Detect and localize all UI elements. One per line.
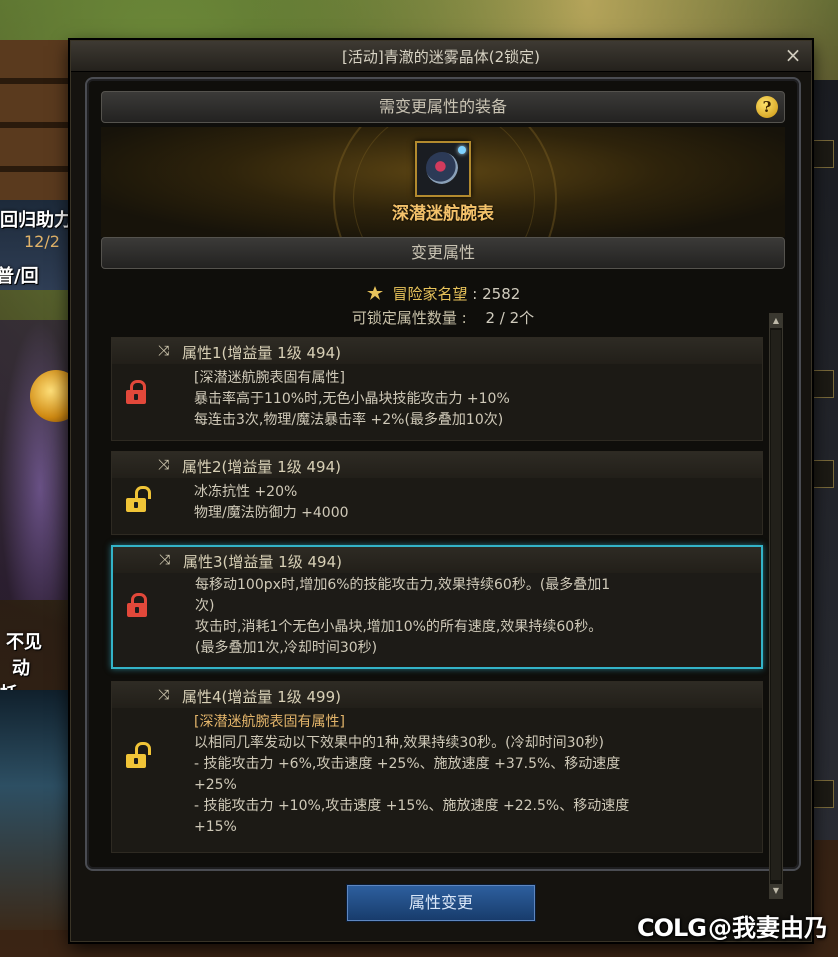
attribute-line: 攻击时,消耗1个无色小晶块,增加10%的所有速度,效果持续60秒。 bbox=[195, 619, 603, 635]
reputation-label: 冒险家名望 bbox=[392, 285, 468, 303]
close-icon[interactable]: × bbox=[783, 45, 803, 65]
gem-indicator-icon bbox=[458, 146, 466, 154]
equipment-display: 深潜迷航腕表 bbox=[101, 127, 785, 237]
attribute-card-title: 属性4(增益量 1级 499) bbox=[182, 688, 341, 706]
portal-glow bbox=[0, 320, 80, 600]
attribute-card-title: 属性3(增益量 1级 494) bbox=[183, 553, 342, 571]
window-title: [活动]青澈的迷雾晶体(2锁定) bbox=[342, 48, 540, 66]
watermark-text: @我妻由乃 bbox=[708, 914, 828, 942]
event-banner-date: 12/2 bbox=[24, 232, 60, 251]
attribute-card-body: [深潜迷航腕表固有属性] 暴击率高于110%时,无色小晶块技能攻击力 +10% … bbox=[194, 368, 752, 431]
attribute-line: - 技能攻击力 +6%,攻击速度 +25%、施放速度 +37.5%、移动速度 bbox=[194, 756, 621, 772]
reputation-line: 冒险家名望 : 2582 bbox=[101, 283, 785, 304]
character-sprite bbox=[0, 690, 80, 930]
attribute-list: ⤨ 属性1(增益量 1级 494) [深潜迷航腕表固有属性] 暴击率高于110%… bbox=[101, 337, 771, 859]
attribute-line: 暴击率高于110%时,无色小晶块技能攻击力 +10% bbox=[194, 391, 510, 407]
attribute-card-body: 冰冻抗性 +20% 物理/魔法防御力 +4000 bbox=[194, 482, 752, 524]
event-banner-text: 回归助力 bbox=[0, 210, 72, 231]
attribute-card-header: ⤨ 属性2(增益量 1级 494) bbox=[112, 452, 762, 478]
content-frame: 需变更属性的装备 ? 深潜迷航腕表 变更属性 冒险家名望 : 2582 可锁定属… bbox=[85, 77, 801, 899]
attribute-card-3[interactable]: ⤨ 属性3(增益量 1级 494) 每移动100px时,增加6%的技能攻击力,效… bbox=[111, 545, 763, 669]
attribute-change-window: [活动]青澈的迷雾晶体(2锁定) × 需变更属性的装备 ? 深潜迷航腕表 变更属… bbox=[70, 40, 812, 942]
background-text: 不见 bbox=[6, 632, 42, 653]
shuffle-icon: ⤨ bbox=[158, 343, 170, 359]
change-section-header: 变更属性 bbox=[101, 237, 785, 269]
attribute-line: [深潜迷航腕表固有属性] bbox=[194, 714, 345, 730]
lockable-count-line: 可锁定属性数量 : 2 / 2个 bbox=[101, 307, 785, 328]
attribute-line: 每移动100px时,增加6%的技能攻击力,效果持续60秒。(最多叠加1 bbox=[195, 577, 611, 593]
attribute-line: 次) bbox=[195, 598, 215, 614]
shuffle-icon: ⤨ bbox=[158, 457, 170, 473]
reputation-icon bbox=[366, 286, 383, 300]
attribute-card-body: 每移动100px时,增加6%的技能攻击力,效果持续60秒。(最多叠加1 次) 攻… bbox=[195, 575, 751, 659]
attribute-line: 物理/魔法防御力 +4000 bbox=[194, 505, 349, 521]
unlock-icon[interactable] bbox=[126, 486, 151, 512]
attribute-line: 以相同几率发动以下效果中的1种,效果持续30秒。(冷却时间30秒) bbox=[194, 735, 604, 751]
shuffle-icon: ⤨ bbox=[158, 687, 170, 703]
change-attribute-button[interactable]: 属性变更 bbox=[347, 885, 535, 921]
attribute-line: +25% bbox=[194, 777, 237, 793]
attribute-line: - 技能攻击力 +10%,攻击速度 +15%、施放速度 +22.5%、移动速度 bbox=[194, 798, 630, 814]
equipment-name: 深潜迷航腕表 bbox=[392, 204, 494, 224]
scroll-down-icon[interactable]: ▼ bbox=[770, 884, 782, 898]
lock-icon[interactable] bbox=[127, 593, 147, 617]
window-titlebar[interactable]: [活动]青澈的迷雾晶体(2锁定) × bbox=[71, 41, 811, 72]
equipment-icon[interactable] bbox=[415, 141, 471, 197]
attribute-card-body: [深潜迷航腕表固有属性] 以相同几率发动以下效果中的1种,效果持续30秒。(冷却… bbox=[194, 712, 752, 838]
attribute-line: [深潜迷航腕表固有属性] bbox=[194, 370, 345, 386]
watermark: COLG@我妻由乃 bbox=[637, 908, 828, 943]
attribute-line: 冰冻抗性 +20% bbox=[194, 484, 298, 500]
attribute-card-2[interactable]: ⤨ 属性2(增益量 1级 494) 冰冻抗性 +20% 物理/魔法防御力 +40… bbox=[111, 451, 763, 535]
help-icon[interactable]: ? bbox=[756, 96, 778, 118]
background-text: 动 bbox=[12, 658, 30, 679]
equipment-section-header: 需变更属性的装备 ? bbox=[101, 91, 785, 123]
scroll-thumb[interactable] bbox=[771, 330, 781, 880]
change-section-title: 变更属性 bbox=[410, 243, 475, 262]
shuffle-icon: ⤨ bbox=[159, 552, 171, 568]
attribute-card-1[interactable]: ⤨ 属性1(增益量 1级 494) [深潜迷航腕表固有属性] 暴击率高于110%… bbox=[111, 337, 763, 441]
watermark-logo: COLG bbox=[636, 914, 707, 942]
attribute-line: (最多叠加1次,冷却时间30秒) bbox=[195, 640, 378, 656]
attribute-line: +15% bbox=[194, 819, 237, 835]
attribute-line: 每连击3次,物理/魔法暴击率 +2%(最多叠加10次) bbox=[194, 412, 504, 428]
lockable-count-label: 可锁定属性数量 : bbox=[351, 309, 467, 327]
attribute-card-header: ⤨ 属性3(增益量 1级 494) bbox=[113, 547, 761, 573]
attribute-card-header: ⤨ 属性4(增益量 1级 499) bbox=[112, 682, 762, 708]
reputation-value: : 2582 bbox=[472, 285, 521, 303]
attribute-card-4[interactable]: ⤨ 属性4(增益量 1级 499) [深潜迷航腕表固有属性] 以相同几率发动以下… bbox=[111, 681, 763, 853]
event-banner-subtext: 普/回 bbox=[0, 266, 39, 287]
attribute-card-title: 属性1(增益量 1级 494) bbox=[182, 344, 341, 362]
scroll-up-icon[interactable]: ▲ bbox=[770, 314, 782, 328]
bookshelf bbox=[0, 40, 72, 200]
lock-icon[interactable] bbox=[126, 380, 146, 404]
equipment-section-title: 需变更属性的装备 bbox=[378, 97, 507, 116]
attribute-list-scrollbar[interactable]: ▲ ▼ bbox=[769, 313, 783, 899]
attribute-card-title: 属性2(增益量 1级 494) bbox=[182, 458, 341, 476]
attribute-card-header: ⤨ 属性1(增益量 1级 494) bbox=[112, 338, 762, 364]
watch-icon bbox=[426, 152, 458, 184]
stats-summary: 冒险家名望 : 2582 可锁定属性数量 : 2 / 2个 bbox=[101, 283, 785, 341]
lockable-count-value: 2 / 2个 bbox=[485, 309, 535, 327]
unlock-icon[interactable] bbox=[126, 742, 151, 768]
